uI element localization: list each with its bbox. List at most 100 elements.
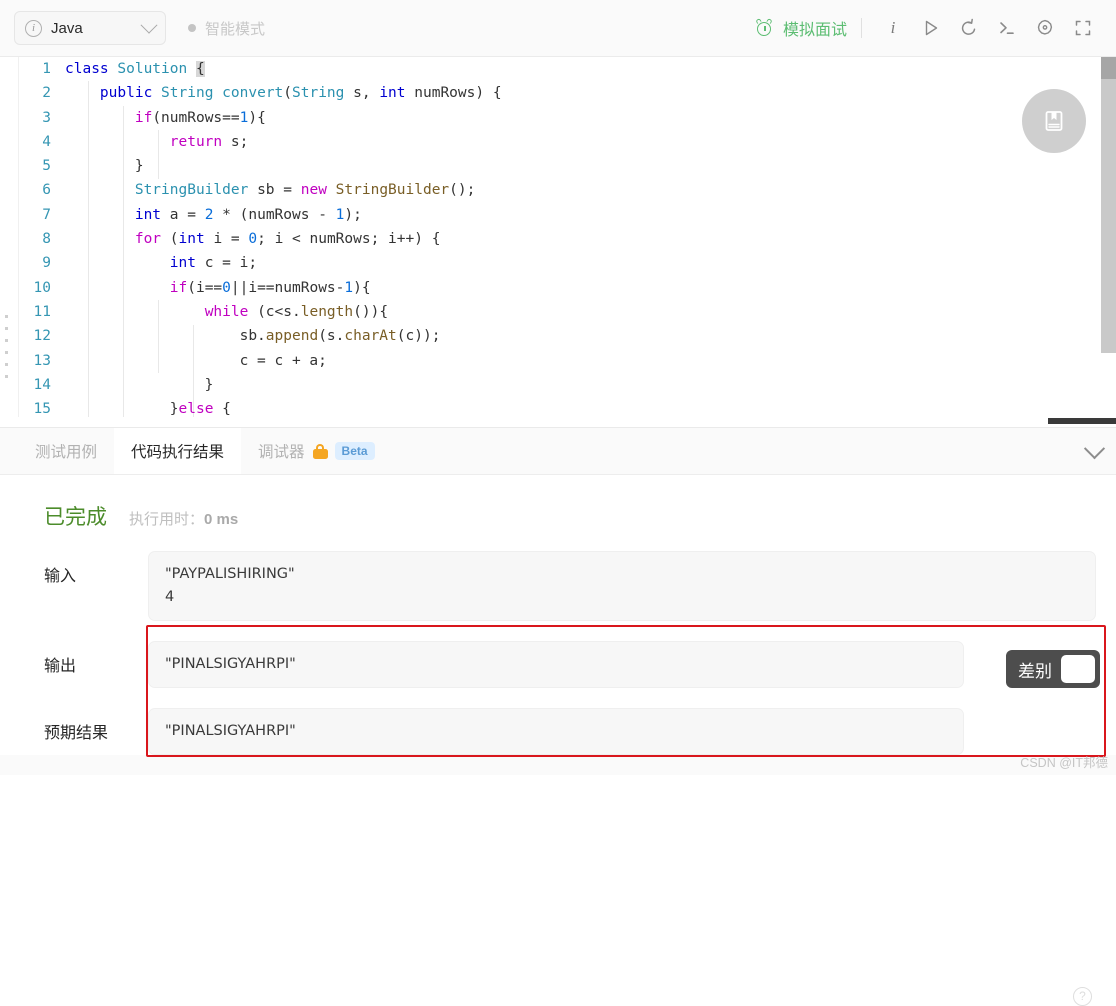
line-number: 7 [42,206,51,223]
code-line[interactable]: 5 } [19,154,1100,178]
mock-interview-button[interactable]: 模拟面试 [755,16,847,40]
line-number: 14 [33,376,51,393]
line-number: 2 [42,85,51,102]
line-number: 13 [33,352,51,369]
language-select[interactable]: i Java [14,11,166,45]
diff-toggle[interactable]: 差别 [1006,650,1100,688]
editor-vertical-scrollbar[interactable] [1101,57,1116,413]
input-value-box[interactable]: "PAYPALISHIRING" 4 [148,551,1096,621]
fullscreen-icon [1075,20,1091,36]
code-text[interactable]: StringBuilder sb = new StringBuilder(); [65,178,476,202]
code-text[interactable]: if(numRows==1){ [65,106,266,130]
editor-horizontal-scrollbar[interactable] [18,417,1116,427]
smart-mode-label: 智能模式 [205,20,266,38]
bottom-strip [0,755,1116,775]
info-circle-icon: i [25,19,42,37]
code-text[interactable]: c = c + a; [65,349,327,373]
code-text[interactable]: while (c<s.length()){ [65,300,388,324]
console-button[interactable] [988,11,1026,45]
code-lines[interactable]: 1 class Solution {2 public String convert… [19,57,1100,421]
code-editor[interactable]: 1 class Solution {2 public String convert… [18,57,1100,427]
fullscreen-button[interactable] [1064,11,1102,45]
runtime-value: 0 ms [204,511,239,528]
chevron-down-icon [140,16,158,34]
code-line[interactable]: 11 while (c<s.length()){ [19,300,1100,324]
note-button[interactable] [1022,89,1086,153]
smart-mode-toggle[interactable]: 智能模式 [188,18,265,39]
editor-toolbar: i Java 智能模式 模拟面试 i [0,0,1116,57]
code-text[interactable]: class Solution { [65,57,205,81]
tab-label: 调试器 [258,444,305,461]
run-button[interactable] [912,11,950,45]
code-line[interactable]: 4 return s; [19,130,1100,154]
status-badge: 已完成 [44,506,107,529]
code-line[interactable]: 14 } [19,373,1100,397]
code-line[interactable]: 8 for (int i = 0; i < numRows; i++) { [19,227,1100,251]
code-editor-area[interactable]: 1 class Solution {2 public String convert… [0,57,1116,428]
code-line[interactable]: 2 public String convert(String s, int nu… [19,81,1100,105]
code-text[interactable]: } [65,373,214,397]
code-text[interactable]: } [65,154,144,178]
code-line[interactable]: 6 StringBuilder sb = new StringBuilder()… [19,178,1100,202]
code-result-panel: 已完成 执行用时：0 ms 输入 "PAYPALISHIRING" 4 输出 "… [0,475,1116,1006]
code-text[interactable]: if(i==0||i==numRows-1){ [65,276,371,300]
status-dot-icon [188,24,196,32]
line-number: 1 [42,61,51,77]
notebook-icon [1045,111,1063,131]
code-text[interactable]: int c = i; [65,251,257,275]
line-number: 8 [42,231,51,248]
code-text[interactable]: int a = 2 * (numRows - 1); [65,203,362,227]
output-value-box[interactable]: "PINALSIGYAHRPI" [148,641,964,688]
collapse-panel-button[interactable] [1083,428,1106,474]
tab-1[interactable]: 代码执行结果 [114,428,242,474]
scrollbar-track-empty [1101,353,1116,413]
play-icon [925,20,938,36]
code-line[interactable]: 3 if(numRows==1){ [19,106,1100,130]
info-italic-icon: i [890,18,896,37]
line-number: 4 [42,133,51,150]
code-text[interactable]: for (int i = 0; i < numRows; i++) { [65,227,441,251]
mock-interview-label: 模拟面试 [782,22,847,39]
field-label-input: 输入 [44,568,77,585]
field-label-output: 输出 [44,658,77,675]
field-row-input: 输入 "PAYPALISHIRING" 4 [0,551,1116,621]
line-number: 9 [42,255,51,272]
diff-toggle-knob[interactable] [1061,655,1095,683]
runtime-text: 执行用时：0 ms [129,508,238,529]
info-button[interactable]: i [874,11,912,45]
scrollbar-thumb[interactable] [1101,57,1116,79]
language-select-label: Java [51,19,83,37]
code-line[interactable]: 7 int a = 2 * (numRows - 1); [19,203,1100,227]
field-label-expected: 预期结果 [44,725,109,742]
tabs-host: 测试用例 代码执行结果 调试器 Beta [18,428,392,474]
field-row-expected: 预期结果 "PINALSIGYAHRPI" [0,708,1116,755]
field-row-output: 输出 "PINALSIGYAHRPI" 差别 [0,641,1116,688]
gear-icon [1037,19,1053,35]
code-line[interactable]: 9 int c = i; [19,251,1100,275]
undo-icon [961,18,976,35]
tab-label: 测试用例 [35,444,98,461]
code-text[interactable]: return s; [65,130,249,154]
terminal-icon [1000,22,1014,34]
code-line[interactable]: 1 class Solution { [19,57,1100,81]
settings-button[interactable] [1026,11,1064,45]
help-icon[interactable]: ? [1073,987,1092,1006]
reset-button[interactable] [950,11,988,45]
beta-badge: Beta [334,442,375,460]
tab-2[interactable]: 调试器 Beta [241,428,392,474]
tab-0[interactable]: 测试用例 [18,428,114,474]
code-text[interactable]: public String convert(String s, int numR… [65,81,502,105]
result-panel-tabbar: 测试用例 代码执行结果 调试器 Beta [0,428,1116,475]
status-row: 已完成 执行用时：0 ms [0,501,1116,531]
code-line[interactable]: 13 c = c + a; [19,349,1100,373]
lock-icon [312,443,328,459]
panel-drag-handle[interactable] [5,315,11,378]
alarm-clock-icon [755,17,774,37]
code-line[interactable]: 12 sb.append(s.charAt(c)); [19,324,1100,348]
code-line[interactable]: 10 if(i==0||i==numRows-1){ [19,276,1100,300]
toolbar-divider [861,18,862,38]
line-number: 12 [33,328,51,345]
code-text[interactable]: sb.append(s.charAt(c)); [65,324,441,348]
scrollbar-thumb-horizontal[interactable] [1048,418,1116,424]
expected-value-box[interactable]: "PINALSIGYAHRPI" [148,708,964,755]
